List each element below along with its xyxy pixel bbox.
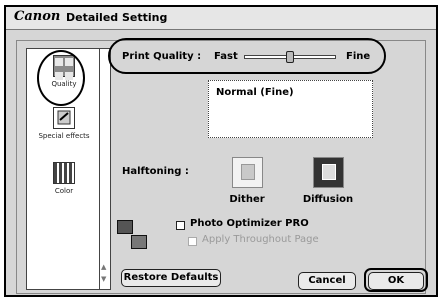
diffusion-icon [312, 157, 344, 188]
print-quality-fast-label: Fast [214, 51, 238, 62]
canon-logo: Canon [14, 9, 61, 24]
halftoning-diffusion-option[interactable]: Diffusion [293, 157, 363, 205]
ok-button[interactable]: OK [368, 272, 424, 290]
apply-throughout-checkbox[interactable] [188, 237, 197, 246]
sidebar-item-label: Special effects [38, 132, 90, 140]
highlight-circle-quality [37, 50, 85, 106]
quality-description-box: Normal (Fine) [208, 80, 373, 138]
photo-optimizer-icon [115, 218, 149, 252]
dither-label: Dither [229, 194, 265, 205]
scroll-up-icon[interactable]: ▲ [101, 263, 106, 271]
diffusion-label: Diffusion [302, 194, 354, 205]
print-quality-fine-label: Fine [346, 51, 371, 62]
scroll-down-icon[interactable]: ▼ [101, 275, 106, 283]
title-bar[interactable]: Canon Detailed Setting [6, 7, 436, 30]
photo-optimizer-checkbox[interactable] [176, 221, 185, 230]
sidebar-item-color[interactable]: Color [27, 162, 101, 195]
special-effects-icon [53, 107, 75, 129]
halftoning-dither-option[interactable]: Dither [212, 157, 282, 205]
print-quality-label: Print Quality : [122, 51, 202, 62]
apply-throughout-label: Apply Throughout Page [202, 234, 319, 245]
sidebar-scrollbar[interactable]: ▲ ▼ [99, 49, 110, 289]
print-quality-slider[interactable] [244, 51, 336, 63]
photo-optimizer-label: Photo Optimizer PRO [190, 218, 309, 229]
slider-knob[interactable] [286, 51, 294, 63]
restore-defaults-button[interactable]: Restore Defaults [121, 269, 221, 287]
halftoning-label: Halftoning : [122, 166, 189, 177]
dialog-title: Detailed Setting [66, 11, 168, 24]
dither-icon [231, 157, 263, 188]
sidebar-item-label: Color [54, 187, 74, 195]
color-icon [53, 162, 75, 184]
quality-description: Normal (Fine) [216, 87, 294, 98]
sidebar-item-special-effects[interactable]: Special effects [27, 107, 101, 140]
cancel-button[interactable]: Cancel [298, 272, 356, 290]
